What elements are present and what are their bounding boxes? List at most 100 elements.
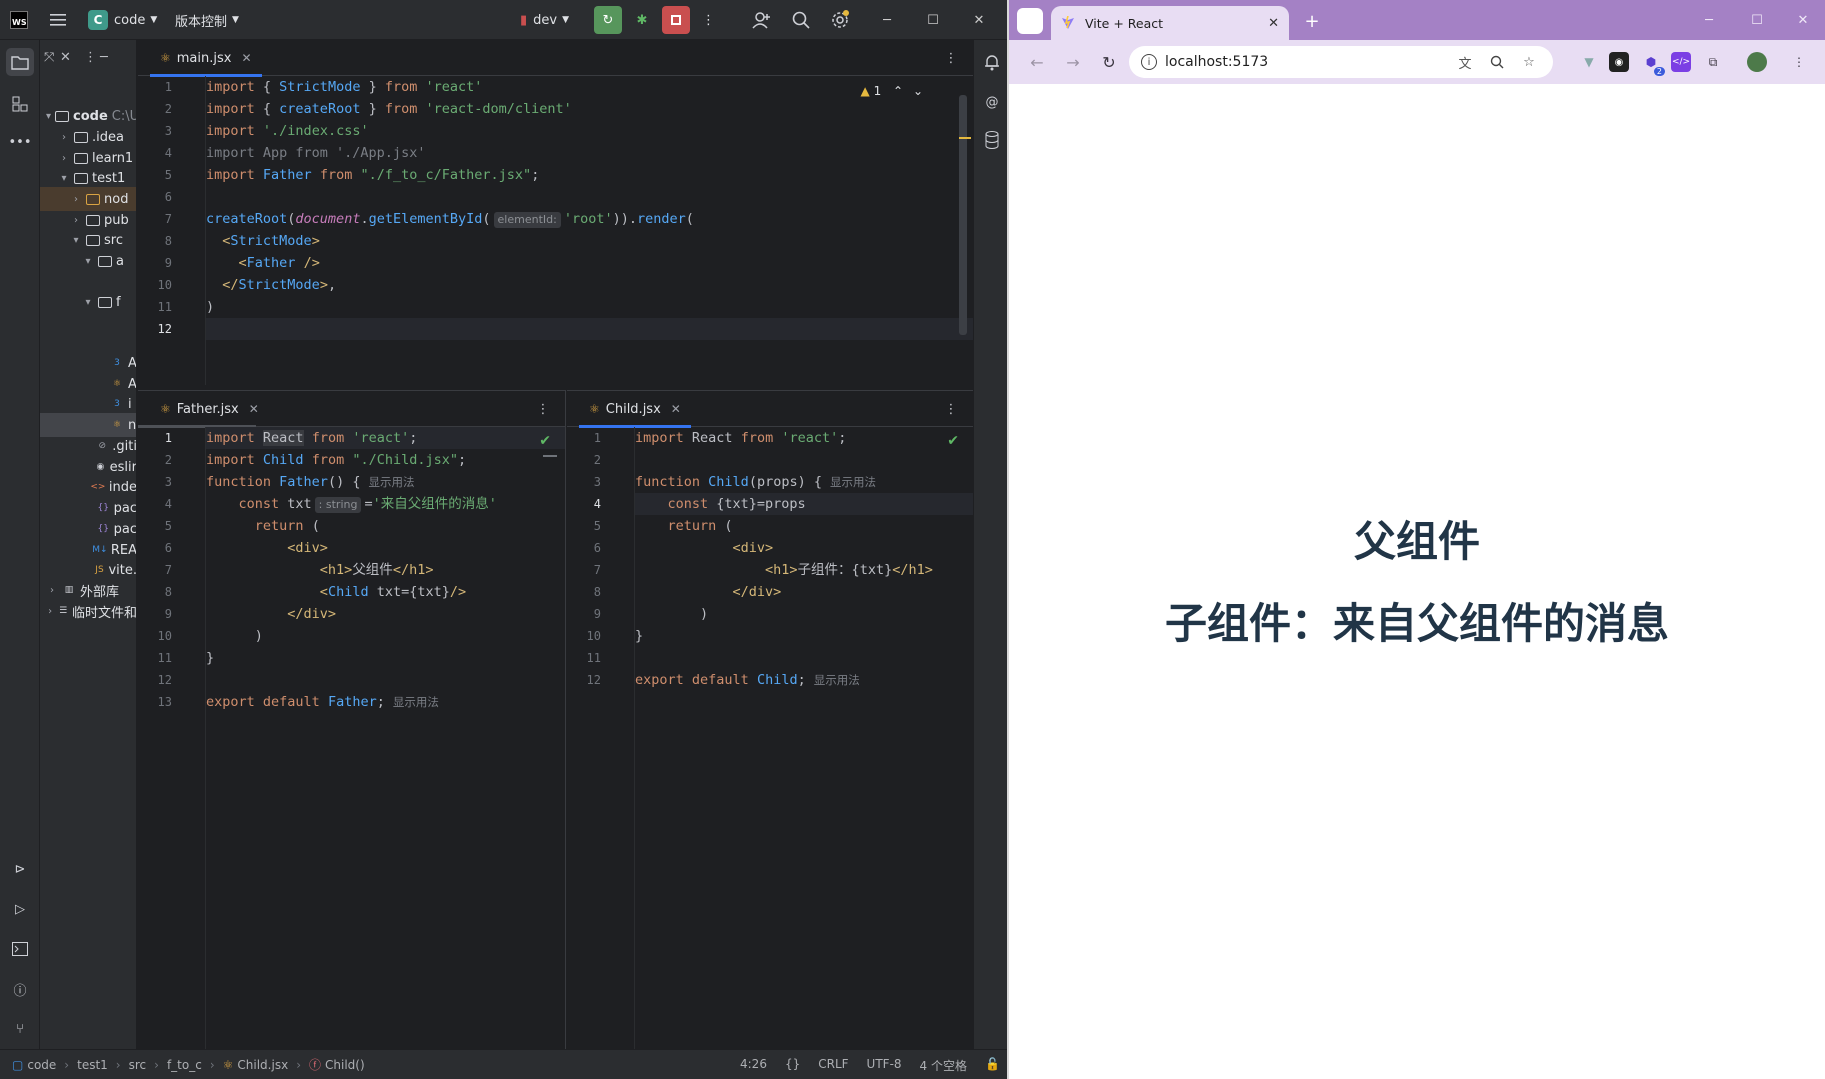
browser-menu-icon[interactable]: ⋮ <box>1789 52 1809 72</box>
git-icon[interactable]: ⑂ <box>6 1015 34 1043</box>
maximize-button[interactable]: ☐ <box>1737 0 1777 40</box>
structure-icon[interactable] <box>6 90 34 118</box>
new-tab-button[interactable]: + <box>1299 8 1325 34</box>
breadcrumb-item[interactable]: ⚛ Child.jsx <box>223 1058 289 1072</box>
editor-scrollbar[interactable] <box>959 95 967 335</box>
chevron-up-icon[interactable]: ⌃ <box>893 84 903 98</box>
extension-eyes-icon[interactable]: ◉ <box>1609 52 1629 72</box>
ai-assistant-icon[interactable]: @ <box>978 88 1006 116</box>
code-area[interactable]: import React from 'react'; function Chil… <box>635 427 973 1049</box>
bookmark-star-icon[interactable]: ☆ <box>1519 52 1539 72</box>
close-button[interactable]: ✕ <box>1783 0 1823 40</box>
chevron-down-icon[interactable]: ▾ <box>82 297 94 308</box>
breadcrumb-item[interactable]: test1 <box>77 1058 108 1072</box>
extensions-puzzle-icon[interactable]: ⧉ <box>1703 52 1723 72</box>
indent-setting[interactable]: 4 个空格 <box>920 1057 967 1074</box>
project-switcher[interactable]: C code ▼ <box>88 0 157 40</box>
code-area[interactable]: import { StrictMode } from 'react' impor… <box>206 76 973 385</box>
address-bar[interactable]: i localhost:5173 文 ☆ <box>1129 46 1553 78</box>
browser-profile-icon[interactable] <box>1017 8 1043 34</box>
tab-child-jsx[interactable]: ⚛ Child.jsx ✕ <box>579 391 691 428</box>
debug-button[interactable]: ✱ <box>628 6 656 34</box>
webstorm-logo[interactable]: WS <box>10 0 28 40</box>
run-config-selector[interactable]: ▮ dev ▼ <box>520 0 569 40</box>
chevron-down-icon[interactable]: ▾ <box>58 173 70 184</box>
extension-badge-icon[interactable]: ⬢ 2 <box>1641 52 1665 76</box>
chevron-down-icon[interactable]: ▾ <box>82 256 94 267</box>
show-usages-hint[interactable]: 显示用法 <box>393 695 439 709</box>
code-area[interactable]: import React from 'react'; import Child … <box>206 427 565 1049</box>
close-tab-icon[interactable]: ✕ <box>1268 16 1279 31</box>
tree-item[interactable]: › ☰ 临时文件和 <box>40 599 137 623</box>
breadcrumb-item[interactable]: ▢ code <box>12 1058 56 1072</box>
chevron-right-icon[interactable]: › <box>46 606 54 617</box>
tree-item-label: .idea <box>92 129 124 145</box>
forward-arrow-icon[interactable]: → <box>1059 48 1087 76</box>
hide-icon[interactable]: ─ <box>100 50 108 65</box>
settings-gear-icon[interactable] <box>830 0 850 40</box>
editor-options-icon[interactable]: ⋮ <box>533 391 553 427</box>
breadcrumb-item[interactable]: f_to_c <box>167 1058 202 1072</box>
chevron-down-icon[interactable]: ⌄ <box>913 84 923 98</box>
editor-tabbar: ⚛ main.jsx ✕ ⋮ <box>138 40 973 77</box>
reload-icon[interactable]: ↻ <box>1095 48 1123 76</box>
chevron-right-icon[interactable]: › <box>58 153 70 164</box>
chevron-right-icon[interactable]: › <box>58 132 70 143</box>
chevron-down-icon[interactable]: ▾ <box>70 235 82 246</box>
line-ending[interactable]: CRLF <box>818 1057 848 1074</box>
options-icon[interactable]: ⋮ <box>84 50 97 65</box>
tab-father-jsx[interactable]: ⚛ Father.jsx ✕ <box>150 391 269 427</box>
run-icon[interactable]: ▷ <box>6 895 34 923</box>
show-usages-hint[interactable]: 显示用法 <box>814 673 860 687</box>
stop-button[interactable] <box>662 6 690 34</box>
services-icon[interactable]: ⊳ <box>6 855 34 883</box>
profile-avatar[interactable] <box>1747 52 1767 72</box>
site-info-icon[interactable]: i <box>1141 54 1157 70</box>
extension-devtools-icon[interactable]: </> <box>1671 52 1691 72</box>
terminal-icon[interactable] <box>6 935 34 963</box>
chevron-right-icon[interactable]: › <box>70 194 82 205</box>
rerun-button[interactable]: ↻ <box>594 6 622 34</box>
chevron-down-icon[interactable]: ▾ <box>46 111 51 122</box>
minimize-button[interactable]: ─ <box>864 0 910 40</box>
more-actions-icon[interactable]: ⋮ <box>702 0 715 40</box>
maximize-button[interactable]: ☐ <box>910 0 956 40</box>
breadcrumb-item[interactable]: ⓕ Child() <box>309 1056 365 1073</box>
project-folder-icon[interactable] <box>6 48 34 76</box>
back-arrow-icon[interactable]: ← <box>1023 48 1051 76</box>
lock-icon[interactable]: 🔓 <box>985 1057 1000 1074</box>
close-tab-icon[interactable]: ✕ <box>671 402 681 416</box>
file-encoding[interactable]: UTF-8 <box>867 1057 902 1074</box>
close-tab-icon[interactable]: ✕ <box>241 51 251 65</box>
minimize-button[interactable]: ─ <box>1689 0 1729 40</box>
editor-options-icon[interactable]: ⋮ <box>941 391 961 427</box>
inspection-widget[interactable]: ▲ 1 ⌃ ⌄ <box>861 84 923 98</box>
caret-position[interactable]: 4:26 <box>740 1057 767 1074</box>
zoom-icon[interactable] <box>1487 52 1507 72</box>
breadcrumb-item[interactable]: src <box>129 1058 147 1072</box>
expand-icon[interactable]: ⤧ <box>44 50 54 65</box>
show-usages-hint[interactable]: 显示用法 <box>368 475 414 489</box>
main-menu-icon[interactable] <box>50 0 66 40</box>
browser-tab[interactable]: Vite + React ✕ <box>1051 6 1289 40</box>
chevron-right-icon[interactable]: › <box>70 215 82 226</box>
close-button[interactable]: ✕ <box>956 0 1002 40</box>
close-tab-icon[interactable]: ✕ <box>249 402 259 416</box>
translate-icon[interactable]: 文 <box>1455 52 1475 72</box>
tree-item-path: C:\U <box>111 108 137 124</box>
problems-icon[interactable]: ⓘ <box>6 975 34 1003</box>
add-user-icon[interactable] <box>752 0 770 40</box>
tree-item-label: 临时文件和 <box>71 605 137 621</box>
braces-icon[interactable]: {} <box>785 1057 800 1074</box>
show-usages-hint[interactable]: 显示用法 <box>830 475 876 489</box>
database-icon[interactable] <box>978 126 1006 154</box>
chevron-right-icon[interactable]: › <box>46 585 58 596</box>
extension-vue-icon[interactable]: ▼ <box>1579 52 1599 72</box>
vcs-menu[interactable]: 版本控制 ▼ <box>175 0 239 40</box>
tab-main-jsx[interactable]: ⚛ main.jsx ✕ <box>150 40 262 77</box>
collapse-icon[interactable]: ✕ <box>60 50 71 65</box>
more-tools-icon[interactable]: ••• <box>6 128 34 156</box>
search-icon[interactable] <box>792 0 810 40</box>
notifications-bell-icon[interactable] <box>978 48 1006 76</box>
editor-options-icon[interactable]: ⋮ <box>941 40 961 76</box>
